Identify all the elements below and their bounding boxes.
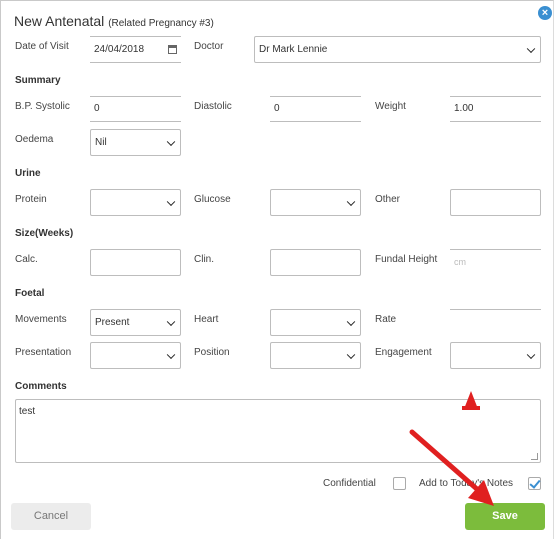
bp-systolic-label: B.P. Systolic (15, 101, 70, 112)
bp-systolic-input[interactable]: 0 (90, 96, 181, 122)
dialog-title: New Antenatal (Related Pregnancy #3) (14, 13, 214, 29)
movements-select[interactable]: Present (90, 309, 181, 336)
comments-heading: Comments (15, 381, 67, 392)
size-weeks-heading: Size(Weeks) (15, 228, 74, 239)
oedema-value: Nil (95, 137, 107, 148)
resize-handle-icon[interactable] (531, 453, 538, 460)
presentation-label: Presentation (15, 347, 72, 358)
diastolic-label: Diastolic (194, 101, 232, 112)
weight-label: Weight (375, 101, 406, 112)
diastolic-input[interactable]: 0 (270, 96, 361, 122)
weight-input[interactable]: 1.00 (450, 96, 541, 122)
calc-input[interactable] (90, 249, 181, 276)
dialog-subtitle: (Related Pregnancy #3) (108, 18, 214, 29)
engagement-select[interactable] (450, 342, 541, 369)
movements-value: Present (95, 317, 130, 328)
summary-heading: Summary (15, 75, 61, 86)
oedema-select[interactable]: Nil (90, 129, 181, 156)
rate-input[interactable] (450, 283, 541, 310)
doctor-label: Doctor (194, 41, 224, 52)
chevron-down-icon (346, 197, 356, 206)
doctor-select[interactable]: Dr Mark Lennie (254, 36, 541, 63)
chevron-down-icon (346, 317, 356, 326)
glucose-select[interactable] (270, 189, 361, 216)
weight-value: 1.00 (454, 103, 474, 114)
bp-systolic-value: 0 (94, 103, 100, 114)
confidential-label: Confidential (323, 478, 376, 489)
date-of-visit-input[interactable]: 24/04/2018 (90, 36, 181, 63)
protein-select[interactable] (90, 189, 181, 216)
heart-select[interactable] (270, 309, 361, 336)
rate-label: Rate (375, 314, 397, 325)
other-label: Other (375, 194, 401, 205)
oedema-label: Oedema (15, 134, 54, 145)
chevron-down-icon (526, 350, 536, 359)
chevron-down-icon (526, 44, 536, 53)
chevron-down-icon (346, 350, 356, 359)
position-select[interactable] (270, 342, 361, 369)
protein-label: Protein (15, 194, 47, 205)
engagement-label: Engagement (375, 347, 432, 358)
close-icon[interactable]: × (538, 6, 552, 20)
chevron-down-icon (166, 197, 176, 206)
chevron-down-icon (166, 137, 176, 146)
presentation-select[interactable] (90, 342, 181, 369)
comments-textarea[interactable]: test (15, 399, 541, 463)
calendar-icon[interactable] (168, 45, 177, 54)
position-label: Position (194, 347, 230, 358)
urine-heading: Urine (15, 168, 41, 179)
doctor-value: Dr Mark Lennie (259, 44, 328, 55)
fundal-height-label: Fundal Height (375, 254, 438, 265)
other-input[interactable] (450, 189, 541, 216)
cancel-button[interactable]: Cancel (11, 503, 91, 530)
new-antenatal-dialog: New Antenatal (Related Pregnancy #3) × D… (0, 0, 554, 539)
fundal-height-input[interactable]: cm (450, 249, 541, 276)
save-button[interactable]: Save (465, 503, 545, 530)
add-to-todays-notes-checkbox[interactable] (528, 477, 541, 490)
diastolic-value: 0 (274, 103, 280, 114)
chevron-down-icon (166, 350, 176, 359)
chevron-down-icon (166, 317, 176, 326)
clin-label: Clin. (194, 254, 215, 265)
confidential-checkbox[interactable] (393, 477, 406, 490)
dialog-title-text: New Antenatal (14, 13, 105, 29)
movements-label: Movements (15, 314, 67, 325)
fundal-height-placeholder: cm (454, 257, 466, 267)
add-to-todays-notes-label: Add to Today's Notes (419, 478, 514, 489)
calc-label: Calc. (15, 254, 38, 265)
date-of-visit-label: Date of Visit (15, 41, 69, 52)
comments-value: test (19, 406, 36, 417)
clin-input[interactable] (270, 249, 361, 276)
heart-label: Heart (194, 314, 219, 325)
glucose-label: Glucose (194, 194, 231, 205)
date-of-visit-value: 24/04/2018 (94, 44, 145, 55)
foetal-heading: Foetal (15, 288, 45, 299)
